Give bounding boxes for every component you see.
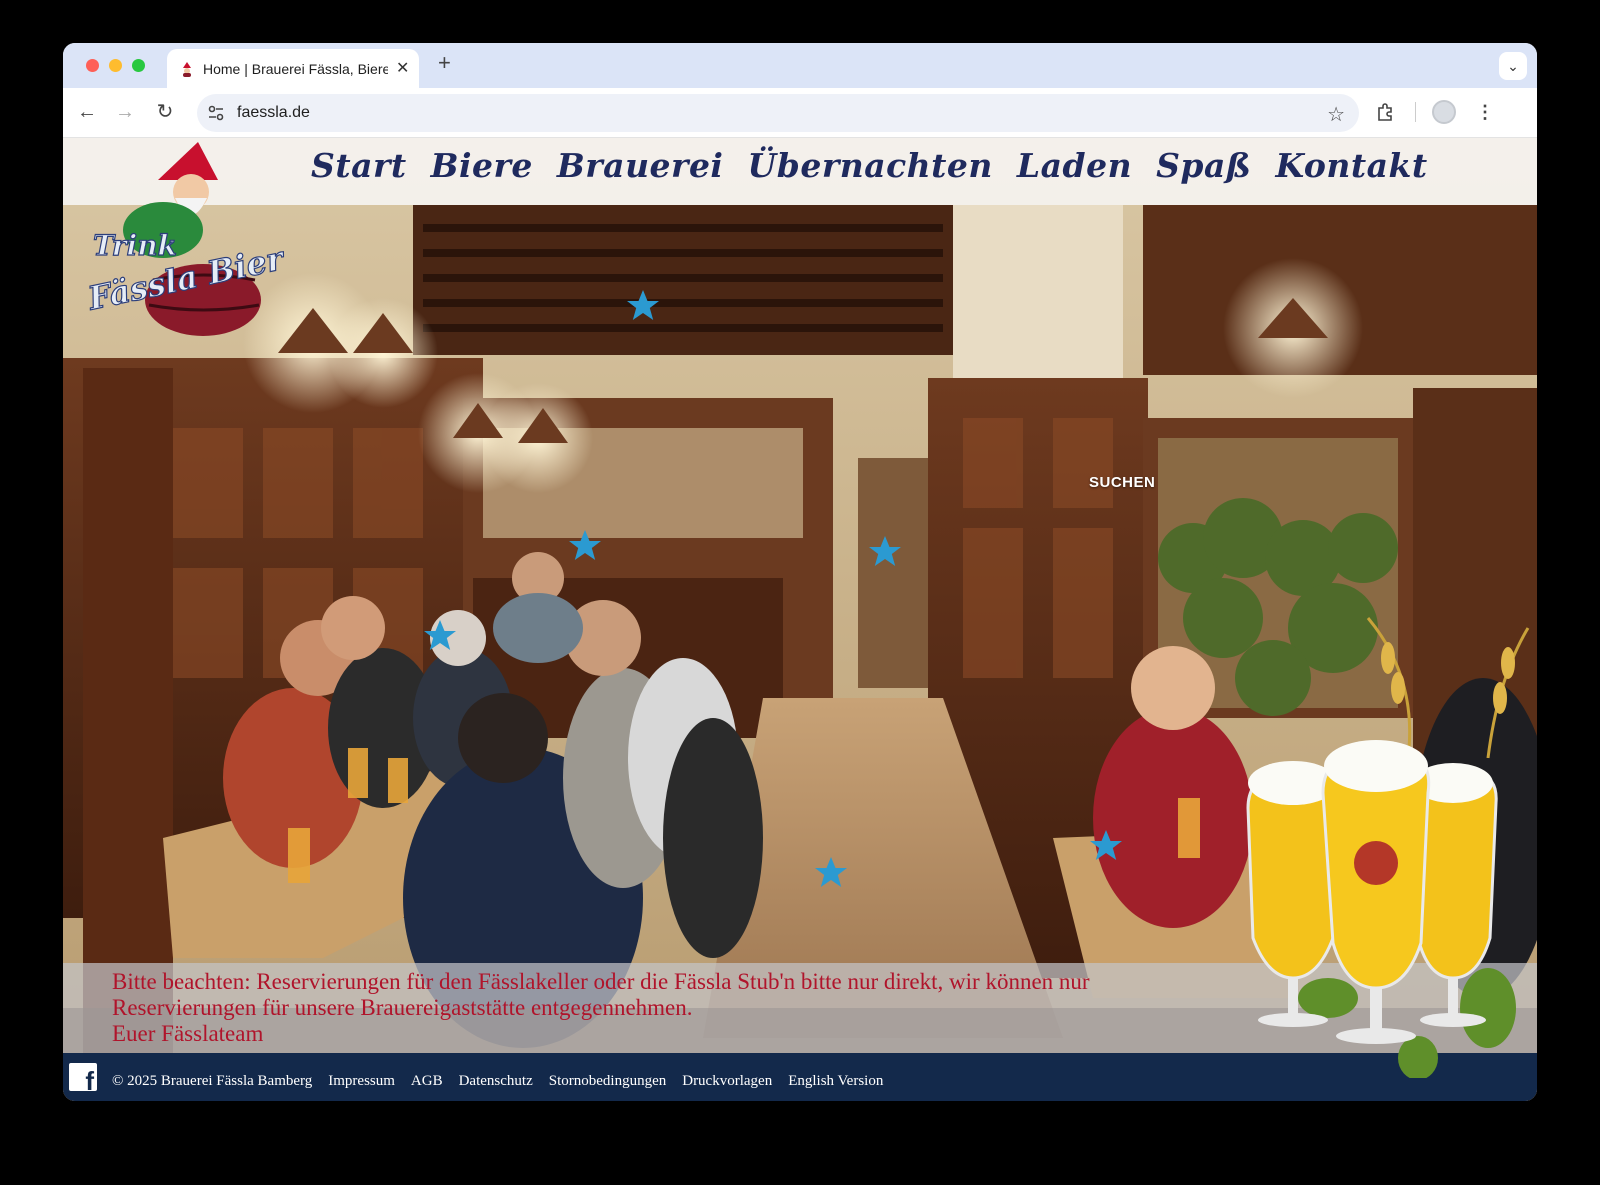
nav-kontakt-link[interactable]: Kontakt <box>1275 146 1427 196</box>
browser-toolbar: ← → ↻ faessla.de ☆ ⋮ <box>63 88 1537 138</box>
star-icon <box>1090 830 1122 860</box>
tab-title: Home | Brauerei Fässla, Biere <box>203 61 388 77</box>
footer-link-stornobedingungen[interactable]: Stornobedingungen <box>549 1073 667 1090</box>
nav-biere-link[interactable]: Biere <box>431 146 533 196</box>
nav-uebernachten-link[interactable]: Übernachten <box>747 146 992 196</box>
back-arrow-icon[interactable]: ← <box>75 100 99 124</box>
toolbar-divider <box>1415 102 1416 122</box>
footer-link-impressum[interactable]: Impressum <box>328 1073 395 1090</box>
url-text: faessla.de <box>237 104 310 121</box>
search-link[interactable]: SUCHEN <box>1089 474 1155 491</box>
nav-start-link[interactable]: Start <box>311 146 407 196</box>
nav-spass-link[interactable]: Spaß <box>1156 146 1251 196</box>
extensions-puzzle-icon[interactable] <box>1371 98 1399 126</box>
web-page: Start Biere Brauerei Übernachten Laden S… <box>63 138 1537 1101</box>
nav-brauerei-link[interactable]: Brauerei <box>557 146 724 196</box>
footer-links: © 2025 Brauerei Fässla Bamberg Impressum… <box>112 1073 883 1090</box>
maximize-window-button[interactable] <box>132 59 145 72</box>
site-settings-icon[interactable] <box>207 104 225 122</box>
star-icon <box>569 530 601 560</box>
star-icon <box>869 536 901 566</box>
logo-trink-text: Trink <box>93 229 177 262</box>
faessla-logo[interactable]: Trink Fässla Bier <box>83 140 303 340</box>
star-icon <box>627 290 659 320</box>
notice-line-2: Reservierungen für unsere Brauereigastst… <box>112 995 693 1020</box>
notice-line-3: Euer Fässlateam <box>112 1021 264 1046</box>
main-navigation: Start Biere Brauerei Übernachten Laden S… <box>311 146 1428 196</box>
beer-glasses-illustration <box>1246 617 1530 1078</box>
close-tab-icon[interactable]: ✕ <box>396 58 409 78</box>
browser-tab[interactable]: Home | Brauerei Fässla, Biere ✕ <box>167 49 419 88</box>
star-icon <box>815 857 847 887</box>
gnome-favicon-icon <box>183 62 191 77</box>
star-icon <box>424 620 456 650</box>
facebook-icon[interactable]: f <box>69 1063 97 1091</box>
footer-link-datenschutz[interactable]: Datenschutz <box>459 1073 533 1090</box>
browser-menu-icon[interactable]: ⋮ <box>1471 98 1499 126</box>
footer-link-agb[interactable]: AGB <box>411 1073 443 1090</box>
footer-link-english-version[interactable]: English Version <box>788 1073 883 1090</box>
forward-arrow-icon[interactable]: → <box>113 100 137 124</box>
copyright-text: © 2025 Brauerei Fässla Bamberg <box>112 1073 313 1089</box>
tab-strip: Home | Brauerei Fässla, Biere ✕ + ⌄ <box>63 43 1537 88</box>
reload-icon[interactable]: ↻ <box>153 100 177 124</box>
profile-avatar-icon[interactable] <box>1432 100 1456 124</box>
address-bar[interactable]: faessla.de ☆ <box>197 94 1359 132</box>
minimize-window-button[interactable] <box>109 59 122 72</box>
bookmark-star-icon[interactable]: ☆ <box>1327 102 1345 127</box>
tab-search-chevron-icon[interactable]: ⌄ <box>1499 52 1527 80</box>
footer-link-druckvorlagen[interactable]: Druckvorlagen <box>682 1073 772 1090</box>
nav-laden-link[interactable]: Laden <box>1017 146 1132 196</box>
new-tab-button[interactable]: + <box>438 52 451 74</box>
close-window-button[interactable] <box>86 59 99 72</box>
browser-window: Home | Brauerei Fässla, Biere ✕ + ⌄ ← → … <box>63 43 1537 1101</box>
notice-line-1: Bitte beachten: Reservierungen für den F… <box>112 969 1090 994</box>
